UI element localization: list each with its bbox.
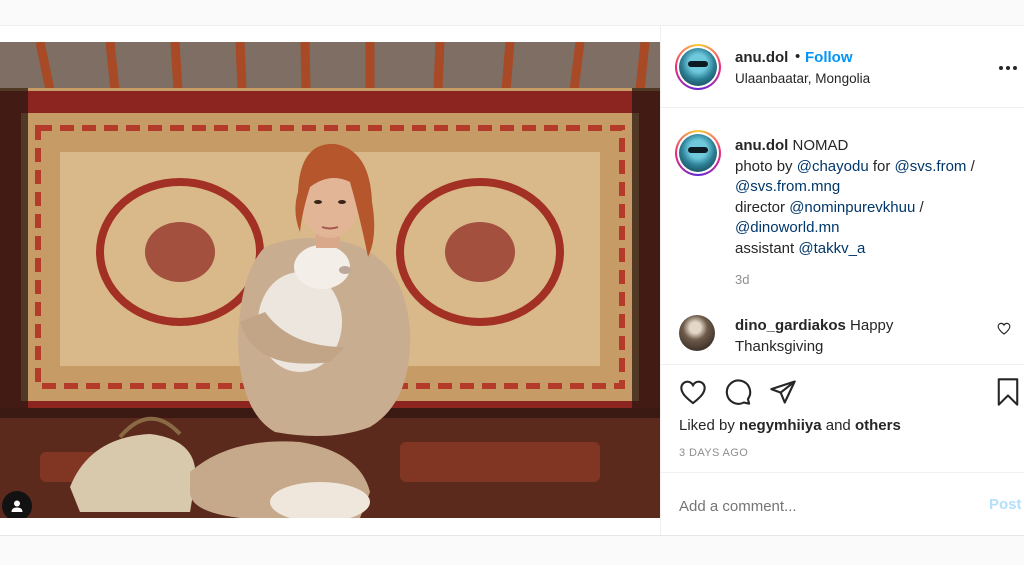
- share-icon[interactable]: [769, 378, 797, 411]
- likes-prefix: Liked by: [679, 417, 740, 434]
- author-username[interactable]: anu.dol: [735, 49, 788, 66]
- post-date[interactable]: 3 DAYS AGO: [679, 447, 748, 459]
- bookmark-icon[interactable]: [995, 377, 1021, 412]
- mention-svs-from-mng[interactable]: @svs.from.mng: [735, 178, 840, 195]
- author-avatar[interactable]: [675, 44, 721, 90]
- commenter-avatar[interactable]: [679, 315, 715, 351]
- likes-summary: Liked by negymhiiya and others: [679, 417, 901, 434]
- caption-slash-2: /: [915, 198, 924, 216]
- user-tag-icon: [11, 500, 23, 512]
- mention-takkv-a[interactable]: @takkv_a: [798, 240, 865, 257]
- post-photo[interactable]: [0, 42, 660, 518]
- likes-and: and: [821, 417, 855, 434]
- caption-avatar[interactable]: [675, 130, 721, 176]
- comment-input[interactable]: [679, 495, 939, 517]
- caption-username[interactable]: anu.dol: [735, 137, 788, 154]
- photo-illustration: [0, 42, 660, 518]
- caption-title: NOMAD: [792, 137, 849, 154]
- commenter-username[interactable]: dino_gardiakos: [735, 317, 846, 334]
- caption-text: anu.dol NOMAD photo by @chayodu for @svs…: [735, 136, 1005, 259]
- caption-assistant: assistant: [735, 239, 799, 257]
- post-header: anu.dol • Follow Ulaanbaatar, Mongolia: [661, 26, 1024, 108]
- follow-button[interactable]: Follow: [805, 49, 853, 66]
- caption-director: director: [735, 198, 790, 216]
- liked-by-others[interactable]: others: [855, 417, 901, 434]
- more-options-icon[interactable]: [999, 64, 1019, 72]
- comment-icon[interactable]: [724, 378, 752, 411]
- heart-icon[interactable]: [679, 379, 707, 410]
- yurt-ceiling: [0, 42, 660, 90]
- caption-age[interactable]: 3d: [735, 272, 749, 287]
- caption-for: for: [868, 157, 895, 175]
- mention-dinoworld[interactable]: @dinoworld.mn: [735, 219, 839, 236]
- bottom-bar-edge: [0, 535, 1024, 565]
- mention-chayodu[interactable]: @chayodu: [797, 158, 869, 175]
- post-actions: Liked by negymhiiya and others 3 DAYS AG…: [661, 364, 1024, 535]
- mention-nominpurevkhuu[interactable]: @nominpurevkhuu: [789, 199, 915, 216]
- liked-by-user[interactable]: negymhiiya: [739, 417, 822, 434]
- post-modal: anu.dol • Follow Ulaanbaatar, Mongolia a…: [0, 26, 1024, 535]
- top-bar-edge: [0, 0, 1024, 26]
- separator-dot: •: [795, 48, 801, 65]
- mention-svs-from[interactable]: @svs.from: [895, 158, 967, 175]
- comment-item: dino_gardiakos Happy Thanksgiving: [735, 316, 975, 357]
- post-location[interactable]: Ulaanbaatar, Mongolia: [735, 71, 870, 86]
- caption-slash: /: [966, 157, 975, 175]
- add-comment-bar: Post: [661, 472, 1024, 536]
- post-sidebar: anu.dol • Follow Ulaanbaatar, Mongolia a…: [660, 26, 1024, 535]
- comment-like-icon[interactable]: [997, 322, 1011, 340]
- user-tag-button[interactable]: [2, 491, 32, 518]
- post-comment-button[interactable]: Post: [989, 496, 1022, 513]
- caption-photo-by: photo by: [735, 157, 797, 175]
